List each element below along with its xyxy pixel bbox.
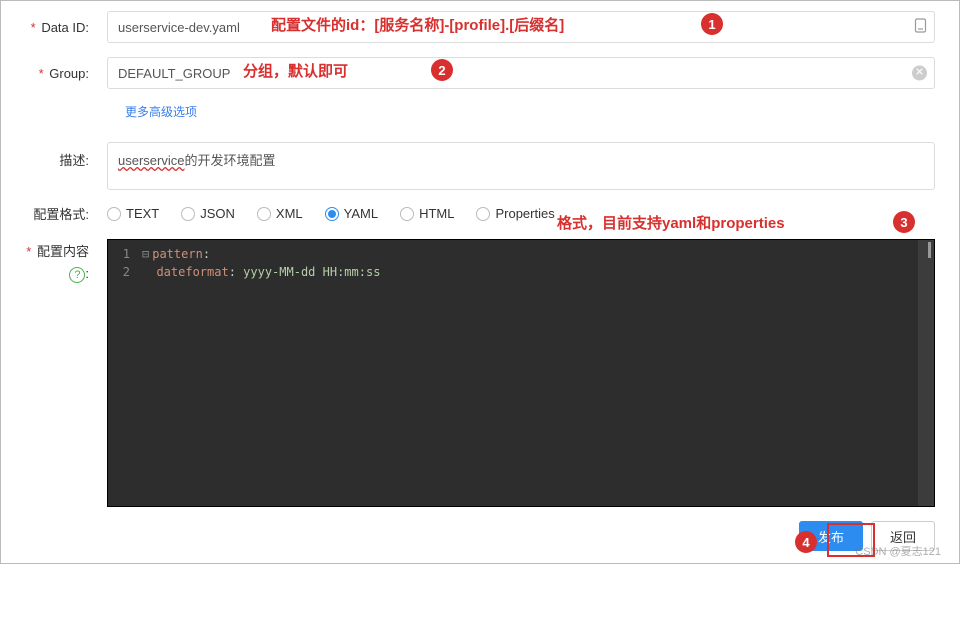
radio-label: JSON <box>200 206 235 221</box>
label-format-text: 配置格式: <box>33 207 89 222</box>
label-content: * 配置内容 <box>25 241 89 260</box>
label-data-id: * Data ID: <box>25 20 107 35</box>
label-group-text: Group: <box>49 66 89 81</box>
row-data-id: * Data ID: <box>25 11 935 43</box>
row-format: 配置格式: TEXT JSON XML YAML HTML Properties <box>25 204 935 223</box>
data-id-input-wrap <box>107 11 935 43</box>
radio-circle <box>476 207 490 221</box>
radio-label: YAML <box>344 206 378 221</box>
radio-label: Properties <box>495 206 554 221</box>
radio-properties[interactable]: Properties <box>476 206 554 221</box>
data-id-input[interactable] <box>107 11 935 43</box>
radio-circle <box>400 207 414 221</box>
label-content-help-row: ?: <box>25 266 89 283</box>
group-input[interactable] <box>107 57 935 89</box>
footer: 发布 返回 <box>25 521 935 551</box>
label-content-text: 配置内容 <box>37 244 89 259</box>
radio-html[interactable]: HTML <box>400 206 454 221</box>
doc-icon <box>914 18 927 36</box>
required-star: * <box>31 20 36 35</box>
code-editor[interactable]: 12 ⊟pattern: dateformat: yyyy-MM-dd HH:m… <box>107 239 935 507</box>
publish-button[interactable]: 发布 <box>799 521 863 551</box>
radio-circle <box>325 207 339 221</box>
radio-xml[interactable]: XML <box>257 206 303 221</box>
label-desc: 描述: <box>25 142 107 169</box>
label-data-id-text: Data ID: <box>41 20 89 35</box>
radio-circle <box>181 207 195 221</box>
help-colon: : <box>85 266 89 281</box>
scroll-thumb[interactable] <box>928 242 931 258</box>
advanced-options-link[interactable]: 更多高级选项 <box>125 103 197 120</box>
format-radio-group: TEXT JSON XML YAML HTML Properties <box>107 206 555 221</box>
required-star: * <box>39 66 44 81</box>
radio-circle <box>257 207 271 221</box>
editor-code[interactable]: ⊟pattern: dateformat: yyyy-MM-dd HH:mm:s… <box>136 240 934 506</box>
watermark: CSDN @夏志121 <box>855 543 941 559</box>
label-format: 配置格式: <box>25 204 107 223</box>
label-desc-text: 描述: <box>59 153 89 168</box>
row-desc: 描述: userservice的开发环境配置 <box>25 142 935 190</box>
help-icon[interactable]: ? <box>69 267 85 283</box>
radio-circle <box>107 207 121 221</box>
radio-label: HTML <box>419 206 454 221</box>
required-star: * <box>26 244 31 259</box>
radio-yaml[interactable]: YAML <box>325 206 378 221</box>
label-group: * Group: <box>25 66 107 81</box>
radio-label: TEXT <box>126 206 159 221</box>
editor-gutter: 12 <box>108 240 136 506</box>
desc-input[interactable]: userservice的开发环境配置 <box>107 142 935 190</box>
label-content-col: * 配置内容 ?: <box>25 239 107 283</box>
row-group: * Group: ✕ <box>25 57 935 89</box>
radio-label: XML <box>276 206 303 221</box>
row-content: * 配置内容 ?: 12 ⊟pattern: dateformat: yyyy-… <box>25 239 935 507</box>
group-input-wrap: ✕ <box>107 57 935 89</box>
radio-json[interactable]: JSON <box>181 206 235 221</box>
radio-text[interactable]: TEXT <box>107 206 159 221</box>
clear-icon[interactable]: ✕ <box>912 66 927 81</box>
editor-scrollbar[interactable] <box>918 240 934 506</box>
